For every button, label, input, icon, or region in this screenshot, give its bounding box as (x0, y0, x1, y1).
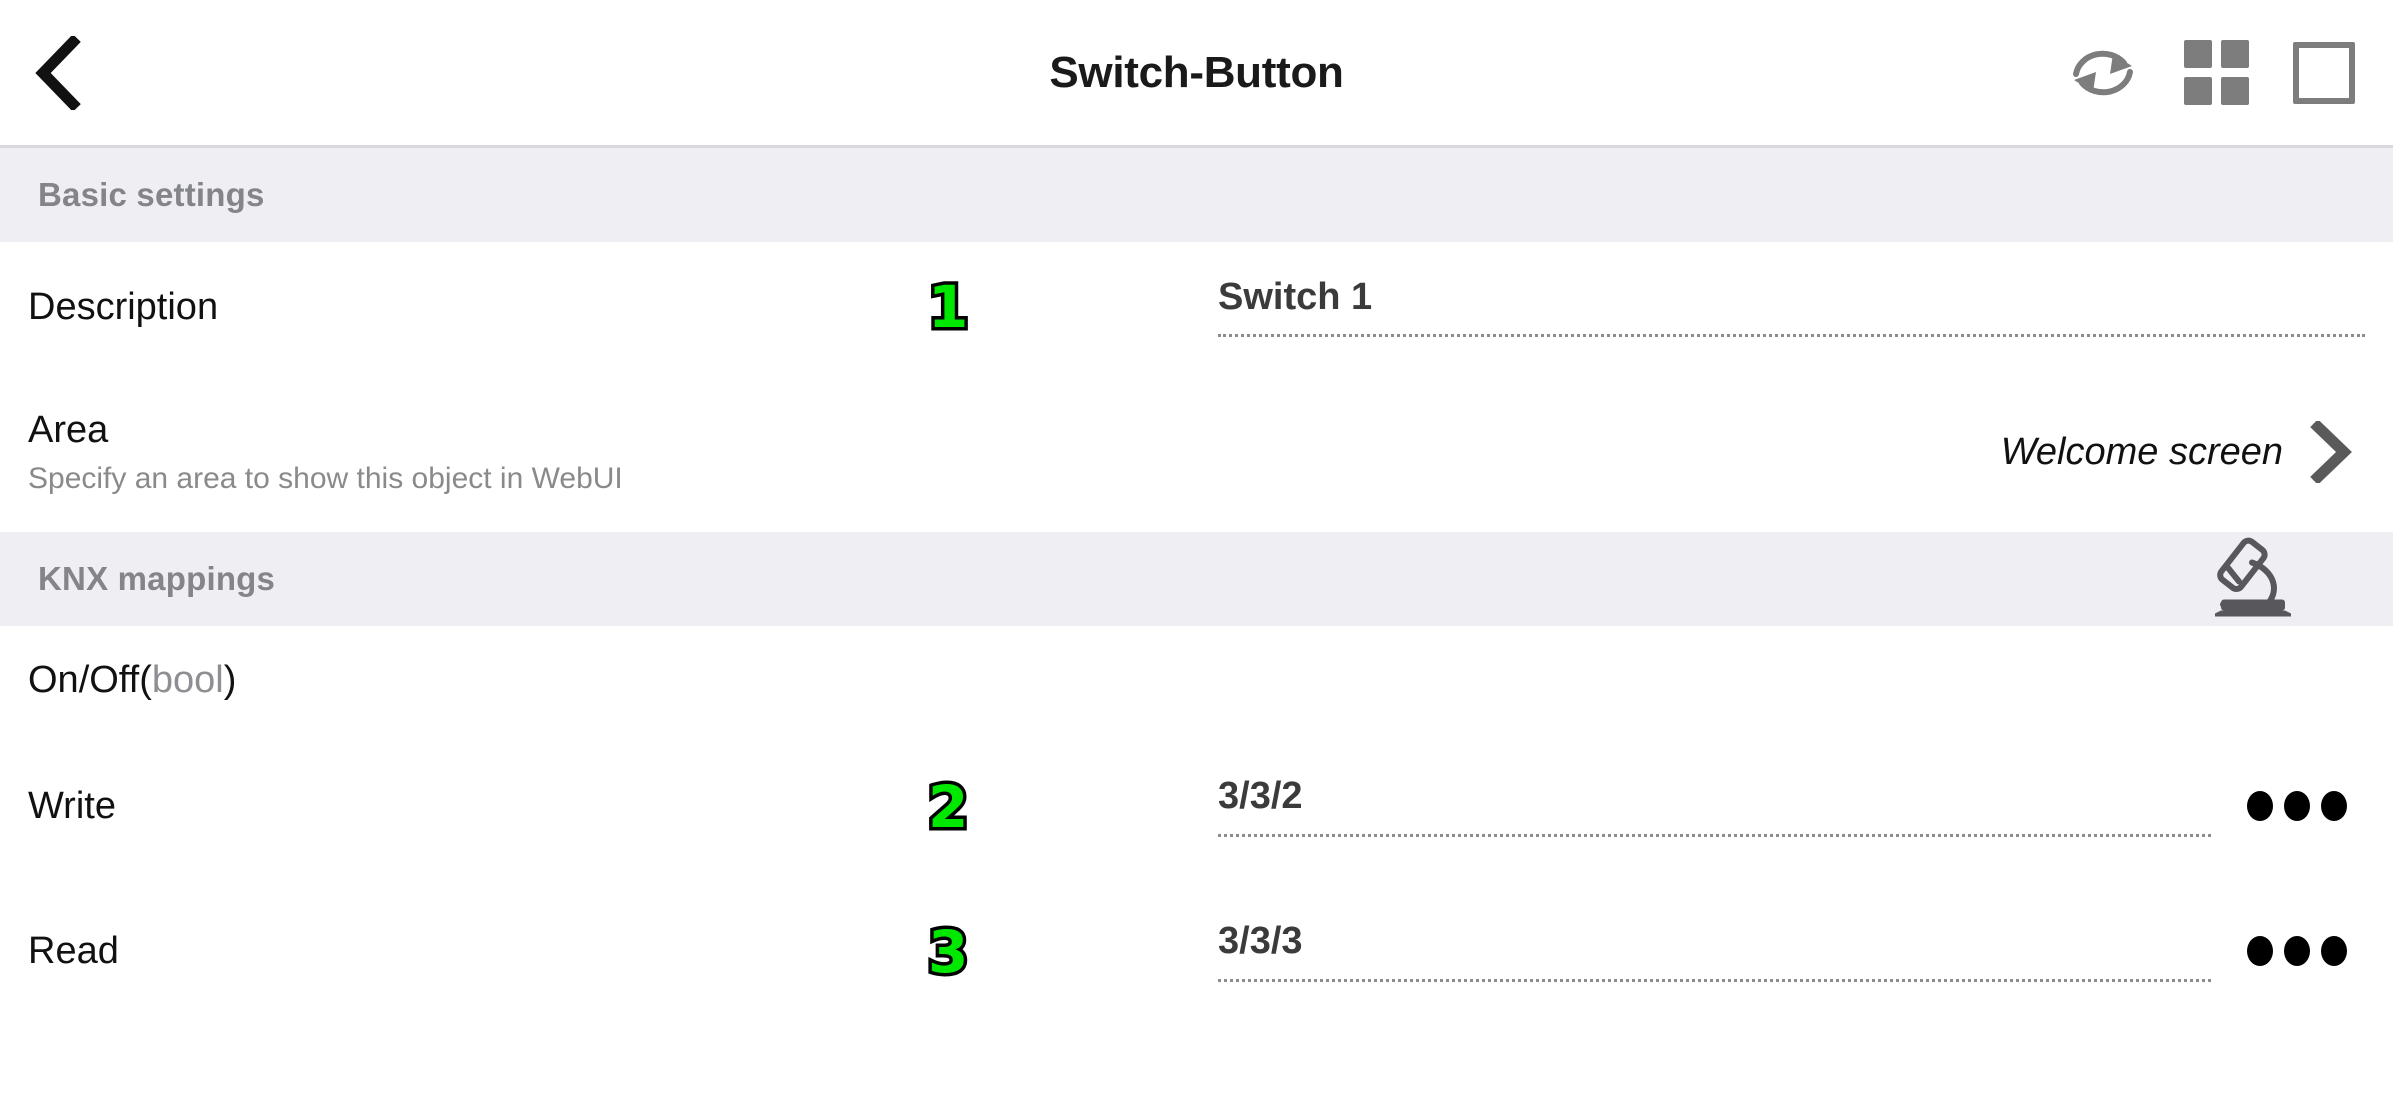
read-group-address-input[interactable]: 3/3/3 (1218, 921, 2211, 982)
area-label: Area (28, 408, 109, 451)
chevron-right-icon (2310, 421, 2352, 483)
datapoint-label-col: On/Off(bool) (28, 658, 928, 703)
annotation-badge-3: 3 (924, 917, 971, 986)
datapoint-label: On/Off(bool) (28, 658, 928, 703)
refresh-button[interactable] (2066, 40, 2140, 106)
more-options-icon (2321, 936, 2347, 967)
row-datapoint-onoff: On/Off(bool) (0, 626, 2393, 734)
grid-view-button[interactable] (2184, 40, 2249, 105)
annotation-badge-1: 1 (924, 273, 971, 341)
write-label: Write (28, 785, 116, 828)
square-icon (2293, 41, 2355, 104)
more-options-icon (2284, 936, 2310, 967)
description-input-value: Switch 1 (1218, 276, 1373, 318)
read-value-col: 3/3/3 (1218, 921, 2365, 982)
section-title-basic-settings: Basic settings (38, 176, 265, 213)
refresh-icon (2073, 50, 2133, 95)
section-header-basic-settings: Basic settings (0, 148, 2393, 242)
read-label: Read (28, 930, 119, 973)
description-input[interactable]: Switch 1 (1218, 277, 2365, 338)
row-description: Description 1 Switch 1 (0, 242, 2393, 372)
microscope-icon (2215, 537, 2291, 617)
description-label: Description (28, 285, 219, 328)
datapoint-paren-close: ) (223, 658, 237, 701)
datapoint-type: bool (151, 658, 224, 701)
description-badge-col: 1 (924, 273, 1218, 341)
write-group-address-value: 3/3/2 (1218, 776, 1303, 818)
description-label-col: Description (28, 285, 928, 330)
grid-icon (2184, 40, 2249, 105)
read-more-options-button[interactable] (2247, 936, 2347, 967)
more-options-icon (2321, 791, 2347, 822)
description-value-col: Switch 1 (1218, 277, 2365, 338)
area-value-button[interactable]: Welcome screen (1218, 421, 2365, 483)
more-options-icon (2247, 791, 2273, 822)
single-view-button[interactable] (2293, 41, 2355, 104)
microscope-button[interactable] (2205, 535, 2301, 624)
row-area[interactable]: Area Specify an area to show this object… (0, 372, 2393, 532)
read-group-address-value: 3/3/3 (1218, 921, 1303, 963)
area-label-col: Area Specify an area to show this object… (28, 408, 928, 497)
area-sublabel: Specify an area to show this object in W… (28, 462, 623, 496)
annotation-badge-2: 2 (924, 772, 971, 841)
page-title: Switch-Button (1049, 47, 1344, 97)
row-read: Read 3 3/3/3 (0, 879, 2393, 1024)
write-value-col: 3/3/2 (1218, 776, 2365, 837)
read-badge-col: 3 (924, 917, 1218, 986)
topbar-actions (2066, 40, 2355, 106)
write-group-address-input[interactable]: 3/3/2 (1218, 776, 2211, 837)
row-write: Write 2 3/3/2 (0, 734, 2393, 879)
more-options-icon (2284, 791, 2310, 822)
write-label-col: Write (28, 784, 928, 829)
app-root: Switch-Button Basic settings Description… (0, 0, 2393, 1094)
section-title-knx-mappings: KNX mappings (38, 560, 276, 597)
write-more-options-button[interactable] (2247, 791, 2347, 822)
more-options-icon (2247, 936, 2273, 967)
area-value: Welcome screen (2000, 430, 2283, 473)
section-header-knx-mappings: KNX mappings (0, 532, 2393, 626)
top-bar: Switch-Button (0, 0, 2393, 148)
read-label-col: Read (28, 929, 928, 974)
datapoint-name: On/Off (28, 658, 140, 701)
write-badge-col: 2 (924, 772, 1218, 841)
datapoint-paren-open: ( (139, 658, 152, 701)
